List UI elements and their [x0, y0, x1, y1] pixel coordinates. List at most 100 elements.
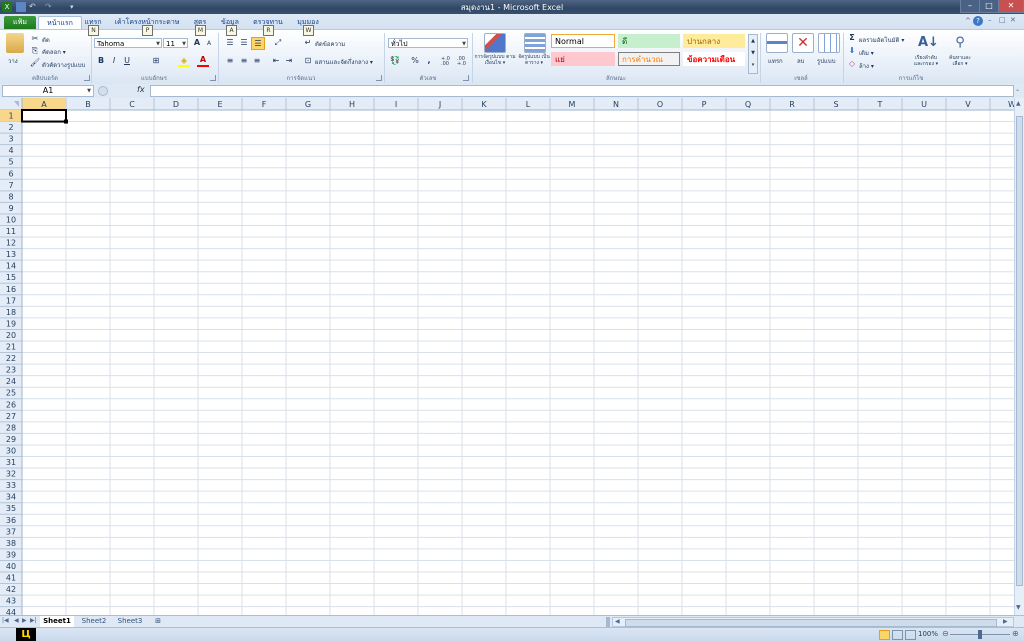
- vertical-scrollbar[interactable]: ▲ ▼: [1014, 98, 1024, 615]
- number-launcher-icon[interactable]: [463, 75, 469, 81]
- paste-button[interactable]: วาง: [8, 56, 18, 66]
- delete-cells-icon[interactable]: ✕: [792, 33, 814, 53]
- merge-center-button[interactable]: ผสานและจัดกึ่งกลาง ▾: [315, 57, 373, 67]
- autosum-button[interactable]: ผลรวมอัตโนมัติ ▾: [859, 35, 904, 45]
- clear-button[interactable]: ล้าง ▾: [859, 61, 874, 71]
- sheet-tab-2[interactable]: Sheet2: [78, 616, 110, 627]
- shrink-font-button[interactable]: A: [203, 38, 215, 49]
- wrap-text-icon[interactable]: ↵: [302, 37, 314, 48]
- zoom-out-icon[interactable]: ⊖: [942, 629, 949, 638]
- scroll-down-icon[interactable]: ▼: [1016, 604, 1021, 611]
- font-name-combo[interactable]: Tahoma ▼: [94, 38, 162, 48]
- merge-center-icon[interactable]: ⊡: [302, 55, 314, 66]
- format-cells-button[interactable]: รูปแบบ: [817, 56, 836, 66]
- cell-style-warning-text[interactable]: ข้อความเตือน: [683, 52, 745, 66]
- conditional-formatting-icon[interactable]: [484, 33, 506, 53]
- formula-bar-handle-icon[interactable]: [98, 86, 108, 96]
- increase-decimal-button[interactable]: +.0 .00: [441, 57, 455, 67]
- number-format-combo[interactable]: ทั่วไป ▼: [388, 38, 468, 48]
- close-button[interactable]: ✕: [998, 0, 1024, 13]
- cut-button[interactable]: ตัด: [42, 35, 50, 45]
- delete-cells-button[interactable]: ลบ: [797, 56, 805, 66]
- worksheet-grid[interactable]: A B C D E F G H I J K L M N O P Q R S T U V W 1 2 3 4 5 6 7 8 9 10 11 12 13…: [0, 98, 1014, 615]
- cell-style-good[interactable]: ดี: [618, 34, 680, 48]
- tab-split-handle[interactable]: [606, 617, 610, 627]
- copy-button[interactable]: คัดลอก ▾: [42, 47, 66, 57]
- bold-button[interactable]: B: [95, 55, 107, 66]
- format-painter-icon[interactable]: 🖌: [29, 57, 41, 68]
- scroll-up-icon[interactable]: ▲: [1016, 100, 1021, 107]
- scroll-right-icon[interactable]: ▶: [1003, 618, 1008, 625]
- underline-button[interactable]: U: [121, 55, 133, 66]
- find-select-button[interactable]: ค้นหาและ เลือก ▾: [944, 55, 976, 67]
- borders-icon[interactable]: ⊞: [150, 55, 162, 66]
- insert-cells-icon[interactable]: [766, 33, 788, 53]
- format-as-table-icon[interactable]: [524, 33, 546, 53]
- sheet-tab-3[interactable]: Sheet3: [114, 616, 146, 627]
- decrease-indent-icon[interactable]: ⇤: [270, 55, 282, 66]
- font-launcher-icon[interactable]: [210, 75, 216, 81]
- formula-input[interactable]: [150, 85, 1014, 97]
- doc-close-button[interactable]: ✕: [1010, 16, 1016, 24]
- grid-canvas[interactable]: A B C D E F G H I J K L M N O P Q R S T U V W12345678910111213…: [0, 98, 1014, 615]
- next-sheet-icon[interactable]: ▶: [22, 617, 27, 624]
- increase-indent-icon[interactable]: ⇥: [283, 55, 295, 66]
- wrap-text-button[interactable]: ตัดข้อความ: [315, 39, 345, 49]
- scroll-left-icon[interactable]: ◀: [615, 618, 620, 625]
- cut-icon[interactable]: ✂: [29, 33, 41, 44]
- zoom-level[interactable]: 100%: [918, 630, 938, 638]
- font-size-combo[interactable]: 11 ▼: [163, 38, 188, 48]
- last-sheet-icon[interactable]: ▶|: [30, 617, 37, 624]
- insert-cells-button[interactable]: แทรก: [768, 56, 783, 66]
- sort-filter-icon[interactable]: A↓: [918, 33, 939, 53]
- chevron-down-icon[interactable]: ▼: [87, 86, 91, 96]
- page-layout-view-icon[interactable]: [892, 630, 903, 640]
- name-box[interactable]: A1 ▼: [2, 85, 94, 97]
- copy-icon[interactable]: ⎘: [29, 45, 41, 56]
- page-break-view-icon[interactable]: [905, 630, 916, 640]
- cell-style-neutral[interactable]: ปานกลาง: [683, 34, 745, 48]
- maximize-button[interactable]: □: [979, 0, 999, 13]
- tab-home[interactable]: หน้าแรก: [38, 16, 82, 30]
- clear-icon[interactable]: ◇: [846, 58, 858, 69]
- cell-style-bad[interactable]: แย่: [551, 52, 615, 66]
- doc-minimize-button[interactable]: –: [988, 16, 992, 24]
- align-center-icon[interactable]: ≡: [238, 55, 250, 66]
- insert-function-button[interactable]: fx: [137, 85, 145, 94]
- tab-file[interactable]: แฟ้ม: [4, 16, 36, 29]
- alignment-launcher-icon[interactable]: [376, 75, 382, 81]
- zoom-slider-thumb[interactable]: [978, 630, 982, 639]
- horizontal-scrollbar[interactable]: ◀ ▶: [612, 617, 1014, 627]
- grow-font-button[interactable]: A: [191, 37, 203, 48]
- italic-button[interactable]: I: [108, 55, 120, 66]
- vertical-scroll-thumb[interactable]: [1016, 116, 1023, 586]
- horizontal-scroll-thumb[interactable]: [625, 619, 997, 627]
- macro-record-icon[interactable]: Ц: [16, 628, 36, 641]
- orientation-icon[interactable]: ⤢: [272, 37, 284, 48]
- align-left-icon[interactable]: ≡: [224, 55, 236, 66]
- insert-sheet-icon[interactable]: ⊞: [151, 616, 165, 627]
- fill-icon[interactable]: ⬇: [846, 45, 858, 56]
- conditional-formatting-button[interactable]: การจัดรูปแบบ ตามเงื่อนไข ▾: [474, 54, 516, 66]
- sort-filter-button[interactable]: เรียงลำดับ และกรอง ▾: [910, 55, 942, 67]
- find-select-icon[interactable]: ⚲: [950, 33, 970, 53]
- align-top-icon[interactable]: ☰: [224, 37, 236, 48]
- font-color-button[interactable]: A: [197, 54, 209, 65]
- align-bottom-icon[interactable]: ☰: [251, 37, 265, 50]
- first-sheet-icon[interactable]: |◀: [2, 617, 9, 624]
- cell-style-calculation[interactable]: การคำนวณ: [618, 52, 680, 66]
- accounting-format-icon[interactable]: 💱: [389, 55, 401, 66]
- styles-scroll-icon[interactable]: ▲ ▼ ▾: [748, 34, 758, 74]
- comma-style-button[interactable]: ,: [423, 55, 435, 66]
- help-icon[interactable]: ?: [973, 16, 983, 26]
- doc-restore-button[interactable]: □: [999, 16, 1006, 24]
- decrease-decimal-button[interactable]: .00 +.0: [457, 57, 471, 67]
- format-cells-icon[interactable]: [818, 33, 840, 53]
- cell-style-normal[interactable]: Normal: [551, 34, 615, 48]
- format-painter-button[interactable]: ตัวคัดวางรูปแบบ: [42, 60, 85, 70]
- prev-sheet-icon[interactable]: ◀: [14, 617, 19, 624]
- minimize-ribbon-icon[interactable]: ^: [965, 17, 971, 25]
- percent-style-button[interactable]: %: [409, 55, 421, 66]
- format-as-table-button[interactable]: จัดรูปแบบ เป็นตาราง ▾: [514, 54, 554, 66]
- clipboard-launcher-icon[interactable]: [84, 75, 90, 81]
